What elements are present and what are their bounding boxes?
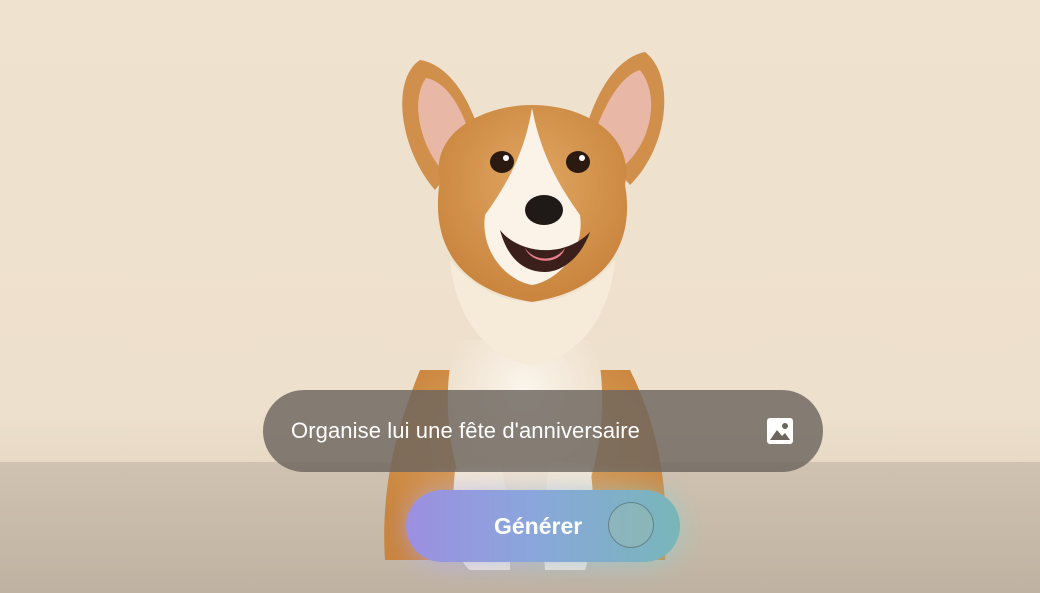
generate-button-wrapper: Générer <box>400 482 690 574</box>
prompt-text[interactable]: Organise lui une fête d'anniversaire <box>291 418 765 444</box>
generate-button[interactable]: Générer <box>406 490 680 562</box>
app-canvas: Organise lui une fête d'anniversaire Gén… <box>0 0 1040 593</box>
toggle-knob[interactable] <box>608 502 654 548</box>
image-icon[interactable] <box>765 416 795 446</box>
generate-label: Générer <box>494 512 583 539</box>
prompt-input-bar[interactable]: Organise lui une fête d'anniversaire <box>263 390 823 472</box>
